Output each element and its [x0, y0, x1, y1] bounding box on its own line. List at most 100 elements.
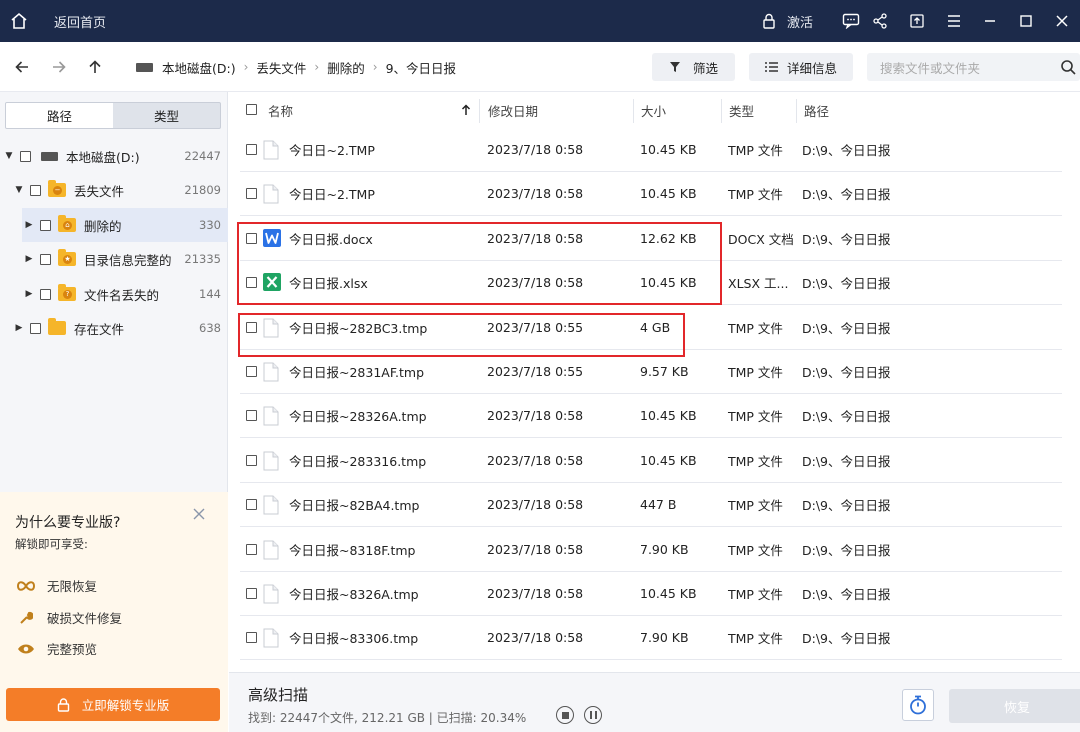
column-header-path[interactable]: 路径 — [804, 101, 829, 120]
timer-button[interactable] — [902, 689, 934, 721]
row-checkbox[interactable] — [246, 277, 257, 289]
breadcrumb-item-deleted[interactable]: 删除的 — [327, 58, 365, 77]
tree-item-deleted[interactable]: ▶ ⌂ 删除的 330 — [22, 208, 228, 242]
tab-type[interactable]: 类型 — [113, 103, 220, 128]
sort-up-icon[interactable] — [461, 104, 471, 116]
row-checkbox[interactable] — [246, 588, 257, 599]
table-row[interactable]: 今日日~2.TMP 2023/7/18 0:58 10.45 KB TMP 文件 D:\… — [240, 128, 1062, 172]
maximize-icon[interactable] — [1016, 11, 1036, 31]
file-name: 今日日报~282BC3.tmp — [289, 320, 428, 336]
table-row[interactable]: 今日日报~82BA4.tmp 2023/7/18 0:58 447 B TMP 文件 D… — [240, 483, 1062, 528]
file-icon — [263, 540, 279, 560]
row-checkbox[interactable] — [246, 632, 257, 644]
home-icon[interactable] — [9, 11, 29, 31]
menu-icon[interactable] — [944, 11, 964, 31]
column-divider[interactable] — [796, 99, 797, 123]
pause-icon[interactable] — [584, 706, 602, 724]
caret-right-icon[interactable]: ▶ — [24, 220, 34, 230]
column-divider[interactable] — [633, 99, 634, 123]
checkbox[interactable] — [30, 184, 41, 196]
tree-item-label: 丢失文件 — [74, 183, 125, 199]
back-arrow-icon[interactable] — [12, 57, 32, 77]
table-row[interactable]: 今日日报~83306.tmp 2023/7/18 0:58 7.90 KB TMP 文… — [240, 616, 1062, 661]
column-header-size[interactable]: 大小 — [641, 101, 666, 120]
checkbox[interactable] — [40, 288, 51, 300]
file-type: TMP 文件 — [728, 409, 783, 425]
column-divider[interactable] — [479, 99, 480, 123]
breadcrumb-item-drive[interactable]: 本地磁盘(D:) — [162, 58, 236, 77]
forward-arrow-icon[interactable] — [49, 57, 69, 77]
checkbox[interactable] — [40, 253, 51, 265]
file-size: 447 B — [640, 497, 677, 513]
row-checkbox[interactable] — [246, 410, 257, 422]
table-row[interactable]: 今日日报~282BC3.tmp 2023/7/18 0:55 4 GB TMP 文件 D… — [240, 306, 1062, 350]
tree-item-existing[interactable]: ▶ 存在文件 638 — [0, 311, 228, 345]
table-row[interactable]: 今日日报~8326A.tmp 2023/7/18 0:58 10.45 KB TMP … — [240, 572, 1062, 616]
filter-icon — [669, 62, 680, 72]
row-checkbox[interactable] — [246, 188, 257, 200]
file-path: D:\9、今日日报 — [802, 231, 891, 247]
caret-down-icon[interactable]: ▼ — [14, 185, 24, 195]
caret-right-icon[interactable]: ▶ — [24, 289, 34, 299]
file-name: 今日日~2.TMP — [289, 143, 375, 158]
table-row[interactable]: 今日日报.docx 2023/7/18 0:58 12.62 KB DOCX 文档 D:… — [240, 217, 1062, 261]
file-path: D:\9、今日日报 — [802, 587, 891, 602]
row-checkbox[interactable] — [246, 321, 257, 333]
stop-icon[interactable] — [556, 706, 574, 724]
caret-right-icon[interactable]: ▶ — [14, 323, 24, 333]
table-row[interactable]: 今日日报~283316.tmp 2023/7/18 0:58 10.45 KB TMP… — [240, 439, 1062, 483]
row-checkbox[interactable] — [246, 232, 257, 244]
file-icon — [263, 184, 279, 204]
detail-view-button[interactable]: 详细信息 — [749, 53, 853, 81]
tree-item-label: 删除的 — [84, 218, 122, 234]
upload-icon[interactable] — [907, 11, 927, 31]
row-checkbox[interactable] — [246, 454, 257, 466]
feedback-icon[interactable] — [841, 11, 861, 31]
column-header-date[interactable]: 修改日期 — [488, 101, 538, 120]
column-divider[interactable] — [721, 99, 722, 123]
breadcrumb-item-folder[interactable]: 9、今日日报 — [386, 58, 456, 77]
share-icon[interactable] — [870, 11, 890, 31]
modified-date: 2023/7/18 0:55 — [487, 319, 584, 335]
row-checkbox[interactable] — [246, 543, 257, 555]
activate-link[interactable]: 激活 — [787, 12, 813, 31]
table-row[interactable]: 今日日~2.TMP 2023/7/18 0:58 10.45 KB TMP 文件 D:\… — [240, 172, 1062, 217]
caret-right-icon[interactable]: ▶ — [24, 254, 34, 264]
recover-button[interactable]: 恢复 — [949, 689, 1080, 723]
close-icon[interactable] — [1052, 11, 1072, 31]
table-row[interactable]: 今日日报~28326A.tmp 2023/7/18 0:58 10.45 KB TMP… — [240, 394, 1062, 439]
tab-path[interactable]: 路径 — [6, 103, 113, 128]
search-icon[interactable] — [1060, 59, 1076, 75]
row-checkbox[interactable] — [246, 499, 257, 511]
checkbox[interactable] — [30, 322, 41, 334]
back-home-link[interactable]: 返回首页 — [54, 12, 106, 31]
tree-item-name-lost[interactable]: ▶ ? 文件名丢失的 144 — [0, 277, 228, 311]
unlock-pro-button[interactable]: 立即解锁专业版 — [6, 688, 220, 721]
filter-button[interactable]: 筛选 — [652, 53, 735, 81]
search-input[interactable]: 搜索文件或文件夹 — [867, 53, 1080, 81]
table-row[interactable]: 今日日报~8318F.tmp 2023/7/18 0:58 7.90 KB TMP 文… — [240, 528, 1062, 572]
row-checkbox[interactable] — [246, 144, 257, 155]
tree-item-lost-files[interactable]: ▼ − 丢失文件 21809 — [0, 173, 228, 207]
file-size: 10.45 KB — [640, 408, 697, 424]
breadcrumb-item-lost[interactable]: 丢失文件 — [256, 58, 306, 77]
table-row[interactable]: 今日日报.xlsx 2023/7/18 0:58 10.45 KB XLSX 工...… — [240, 261, 1062, 306]
column-header-type[interactable]: 类型 — [729, 101, 754, 120]
select-all-checkbox[interactable] — [246, 104, 257, 115]
lock-icon — [57, 697, 69, 712]
table-row[interactable]: 今日日报~2831AF.tmp 2023/7/18 0:55 9.57 KB TMP … — [240, 350, 1062, 394]
checkbox[interactable] — [20, 150, 31, 162]
file-size: 9.57 KB — [640, 364, 689, 379]
checkbox[interactable] — [40, 219, 51, 231]
up-arrow-icon[interactable] — [85, 57, 105, 77]
drive-icon — [41, 151, 58, 161]
minimize-icon[interactable] — [980, 11, 1000, 31]
close-icon[interactable] — [191, 506, 207, 522]
row-checkbox[interactable] — [246, 366, 257, 377]
tree-item-complete-dir[interactable]: ▶ ★ 目录信息完整的 21335 — [0, 242, 228, 276]
file-size: 4 GB — [640, 319, 671, 335]
lock-icon[interactable] — [759, 11, 779, 31]
column-header-name[interactable]: 名称 — [268, 101, 293, 120]
caret-down-icon[interactable]: ▼ — [4, 151, 14, 161]
tree-item-drive[interactable]: ▼ 本地磁盘(D:) 22447 — [0, 139, 228, 173]
